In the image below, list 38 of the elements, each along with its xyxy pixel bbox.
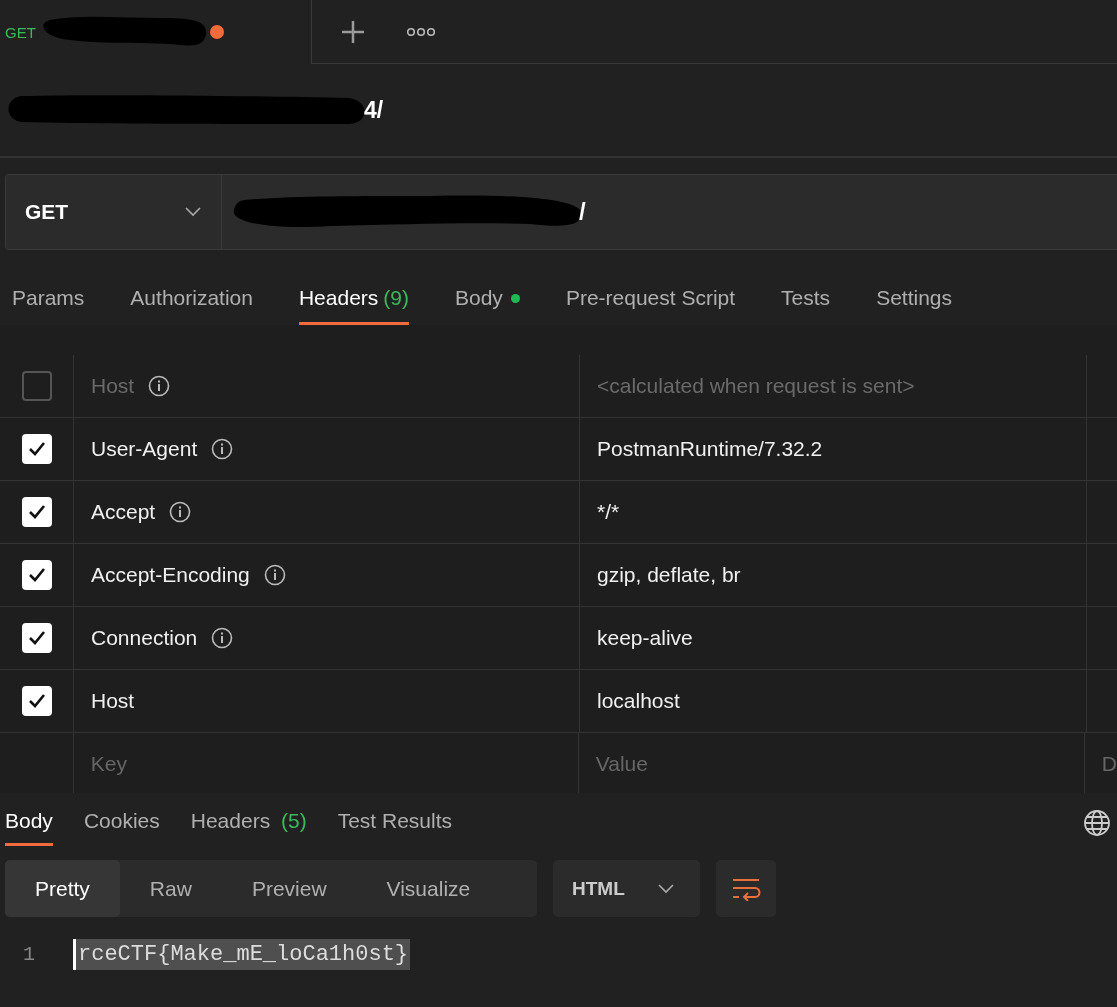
tab[interactable]: Settings — [876, 286, 952, 325]
request-tab[interactable]: GET — [0, 0, 312, 64]
tab[interactable]: Test Results — [337, 809, 453, 846]
header-value: localhost — [597, 689, 680, 713]
request-title: 4/ — [364, 96, 384, 124]
tab[interactable]: Headers (5) — [190, 809, 307, 846]
checkbox[interactable] — [21, 371, 52, 401]
header-key: Host — [91, 689, 135, 713]
plus-icon[interactable] — [340, 18, 366, 45]
header-key: Host — [91, 374, 135, 398]
chevron-icon — [658, 883, 674, 894]
header-key: Accept — [91, 500, 156, 524]
tab[interactable]: Authorization — [130, 286, 253, 325]
header-value: PostmanRuntime/7.32.2 — [597, 437, 823, 461]
view-mode-tab[interactable]: Visualize — [356, 860, 501, 917]
tab[interactable]: Cookies — [83, 809, 160, 846]
tab[interactable]: Body — [455, 286, 520, 325]
more-icon[interactable] — [406, 26, 436, 37]
wrap-lines-icon — [731, 876, 761, 901]
wrap-button[interactable] — [716, 860, 776, 917]
header-key: User-Agent — [91, 437, 198, 461]
header-key: Connection — [91, 626, 198, 650]
method-label: GET — [5, 23, 36, 41]
line-number: 1 — [22, 943, 36, 966]
tab[interactable]: Pre-request Script — [565, 286, 736, 325]
header-value: */* — [597, 500, 620, 524]
globe-icon[interactable] — [1083, 809, 1111, 837]
header-value: keep-alive — [597, 626, 693, 650]
header-value: gzip, deflate, br — [597, 563, 741, 587]
view-mode-tab[interactable]: Preview — [221, 860, 357, 917]
tab[interactable]: Tests — [781, 286, 831, 325]
header-value: <calculated when request is sent> — [597, 374, 915, 398]
header-key: Accept-Encoding — [91, 563, 250, 587]
view-mode-tab[interactable]: Pretty — [5, 860, 120, 917]
tab[interactable]: Body — [5, 809, 53, 846]
format-dropdown[interactable]: HTML — [553, 860, 700, 917]
tab[interactable]: Params — [12, 286, 85, 325]
view-mode-tab[interactable]: Raw — [119, 860, 222, 917]
